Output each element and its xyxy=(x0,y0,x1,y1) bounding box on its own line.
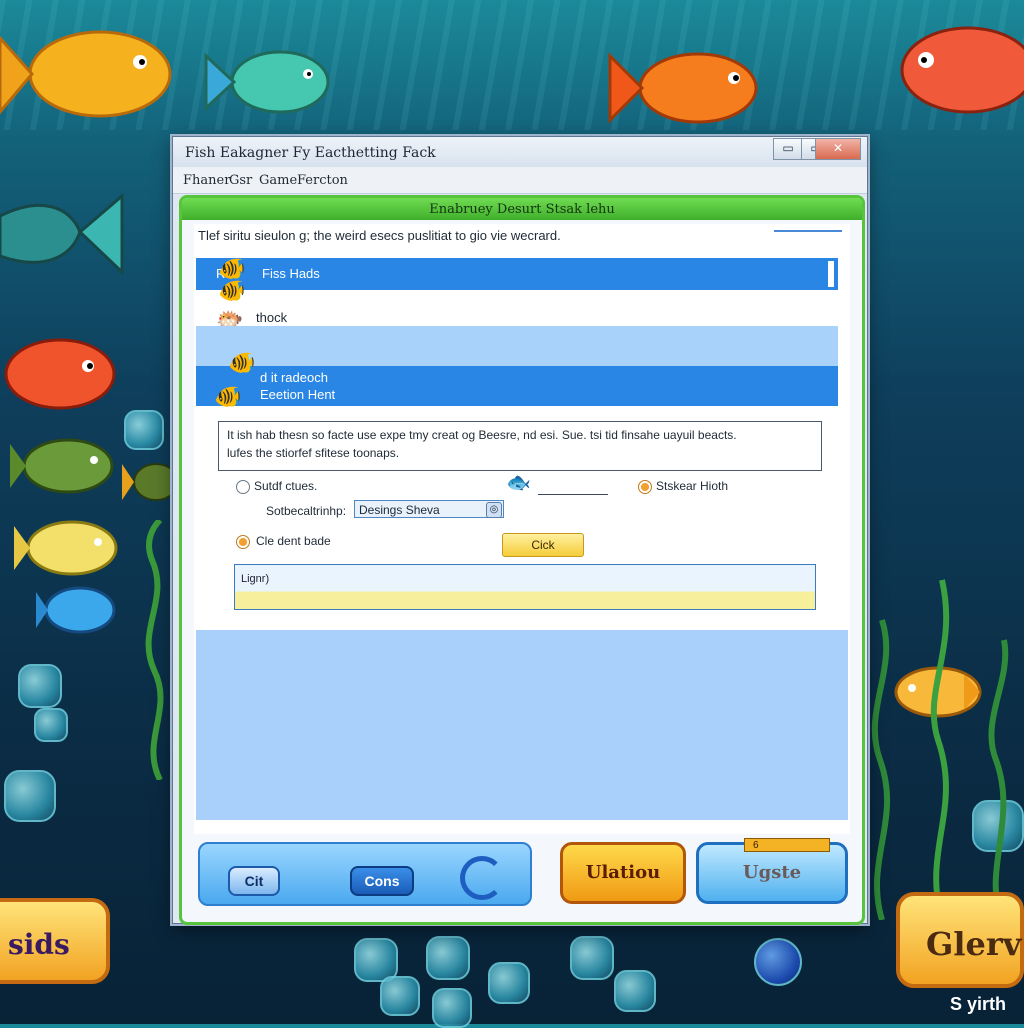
scroll-edge xyxy=(828,261,834,287)
target-icon[interactable]: ◎ xyxy=(486,502,502,518)
fish-icon xyxy=(36,586,116,634)
app-window: Fish Eakagner Fy Eacthetting Fack ▭ ▭ ✕ … xyxy=(172,136,868,925)
row-label: Fiss Hads xyxy=(262,266,320,281)
row-label: d it radeoch xyxy=(260,370,328,385)
fish-icon: 🐠 xyxy=(228,350,256,375)
bubble-decoration xyxy=(432,988,472,1028)
list-item-label[interactable]: thock xyxy=(256,310,287,325)
title-bar[interactable]: Fish Eakagner Fy Eacthetting Fack ▭ ▭ ✕ xyxy=(173,137,867,167)
fish-icon: 🐠 xyxy=(218,278,246,303)
bubble-decoration xyxy=(426,936,470,980)
cons-button[interactable]: Cons xyxy=(350,866,414,896)
cut-button[interactable]: Cit xyxy=(228,866,280,896)
panel-header: Enabruey Desurt Stsak lehu xyxy=(182,198,862,220)
info-line-1: It ish hab thesn so facte use expe tmy c… xyxy=(227,428,737,442)
description-text: Tlef siritu sieulon g; the weird esecs p… xyxy=(198,228,561,243)
badge: 6 xyxy=(744,838,830,852)
field-label: Sotbecaltrinhp: xyxy=(266,504,347,518)
main-panel: Enabruey Desurt Stsak lehu Tlef siritu s… xyxy=(179,195,865,925)
menu-item-fhaner[interactable]: Fhaner xyxy=(183,173,230,188)
bubble-decoration xyxy=(570,936,614,980)
game-right-button[interactable]: Glerv xyxy=(896,892,1024,988)
bubble-decoration xyxy=(124,410,164,450)
radio-option-2-label: Stskear Hioth xyxy=(656,479,729,493)
list-item-selected[interactable]: Rc Fiss Hads xyxy=(196,258,838,290)
radio-option-1-label: Sutdf ctues. xyxy=(254,479,318,493)
text-input[interactable]: Lignr) xyxy=(234,564,816,610)
menu-item-fercton[interactable]: Fercton xyxy=(297,173,348,188)
fish-icon xyxy=(14,520,118,576)
input-label: Lignr) xyxy=(241,573,270,585)
menu-bar: Fhaner Gsr Game Fercton xyxy=(173,167,867,194)
bubble-decoration xyxy=(380,976,420,1016)
ulation-button[interactable]: Ulatiou xyxy=(560,842,686,904)
fish-icon xyxy=(122,463,178,501)
fish-icon: 🐟 xyxy=(506,472,531,494)
info-box: It ish hab thesn so facte use expe tmy c… xyxy=(218,421,822,471)
bubble-decoration xyxy=(18,664,62,708)
fish-icon xyxy=(4,338,116,410)
radio-option-3[interactable] xyxy=(236,535,250,549)
window-title: Fish Eakagner Fy Eacthetting Fack xyxy=(185,145,436,161)
row-sublabel: Eeetion Hent xyxy=(260,387,336,402)
bubble-decoration xyxy=(754,938,802,986)
radio-option-2[interactable] xyxy=(638,480,652,494)
seaweed-decoration xyxy=(871,579,1009,920)
field-value: Desings Sheva xyxy=(359,503,440,517)
minimize-button[interactable]: ▭ xyxy=(773,138,803,160)
fish-icon xyxy=(608,52,758,124)
bubble-decoration xyxy=(488,962,530,1004)
radio-option-1[interactable] xyxy=(236,480,250,494)
fish-icon xyxy=(0,30,172,118)
button-group: Cit Cons xyxy=(198,842,532,906)
fish-icon xyxy=(0,192,124,276)
content-area xyxy=(196,630,848,820)
bubble-decoration xyxy=(34,708,68,742)
radio-option-3-label: Cle dent bade xyxy=(256,534,331,548)
info-line-2: lufes the stiorfef sfitese toonaps. xyxy=(227,446,400,460)
click-button[interactable]: Cick xyxy=(502,533,584,557)
panel-title: Enabruey Desurt Stsak lehu xyxy=(429,202,615,217)
fish-icon xyxy=(900,26,1024,114)
corner-label: S yirth xyxy=(950,994,1007,1014)
divider xyxy=(538,494,608,495)
close-button[interactable]: ✕ xyxy=(815,138,861,160)
panel-content: Tlef siritu sieulon g; the weird esecs p… xyxy=(194,224,850,834)
bubble-decoration xyxy=(614,970,656,1012)
fish-icon xyxy=(204,50,330,114)
swirl-icon[interactable] xyxy=(460,856,504,900)
footer-bar: Cit Cons Ulatiou Ugste 6 xyxy=(184,838,856,916)
game-left-button[interactable]: sids xyxy=(0,898,110,984)
divider xyxy=(774,230,842,232)
bubble-decoration xyxy=(4,770,56,822)
list-item-selected[interactable]: d it radeoch Eeetion Hent xyxy=(196,366,838,406)
list-item[interactable] xyxy=(196,326,838,366)
fish-icon xyxy=(10,438,114,494)
text-field[interactable]: Desings Sheva ◎ xyxy=(354,500,504,518)
menu-item-gsr[interactable]: Gsr xyxy=(229,173,252,188)
menu-item-game[interactable]: Game xyxy=(259,173,297,188)
fish-icon: 🐠 xyxy=(214,384,242,409)
